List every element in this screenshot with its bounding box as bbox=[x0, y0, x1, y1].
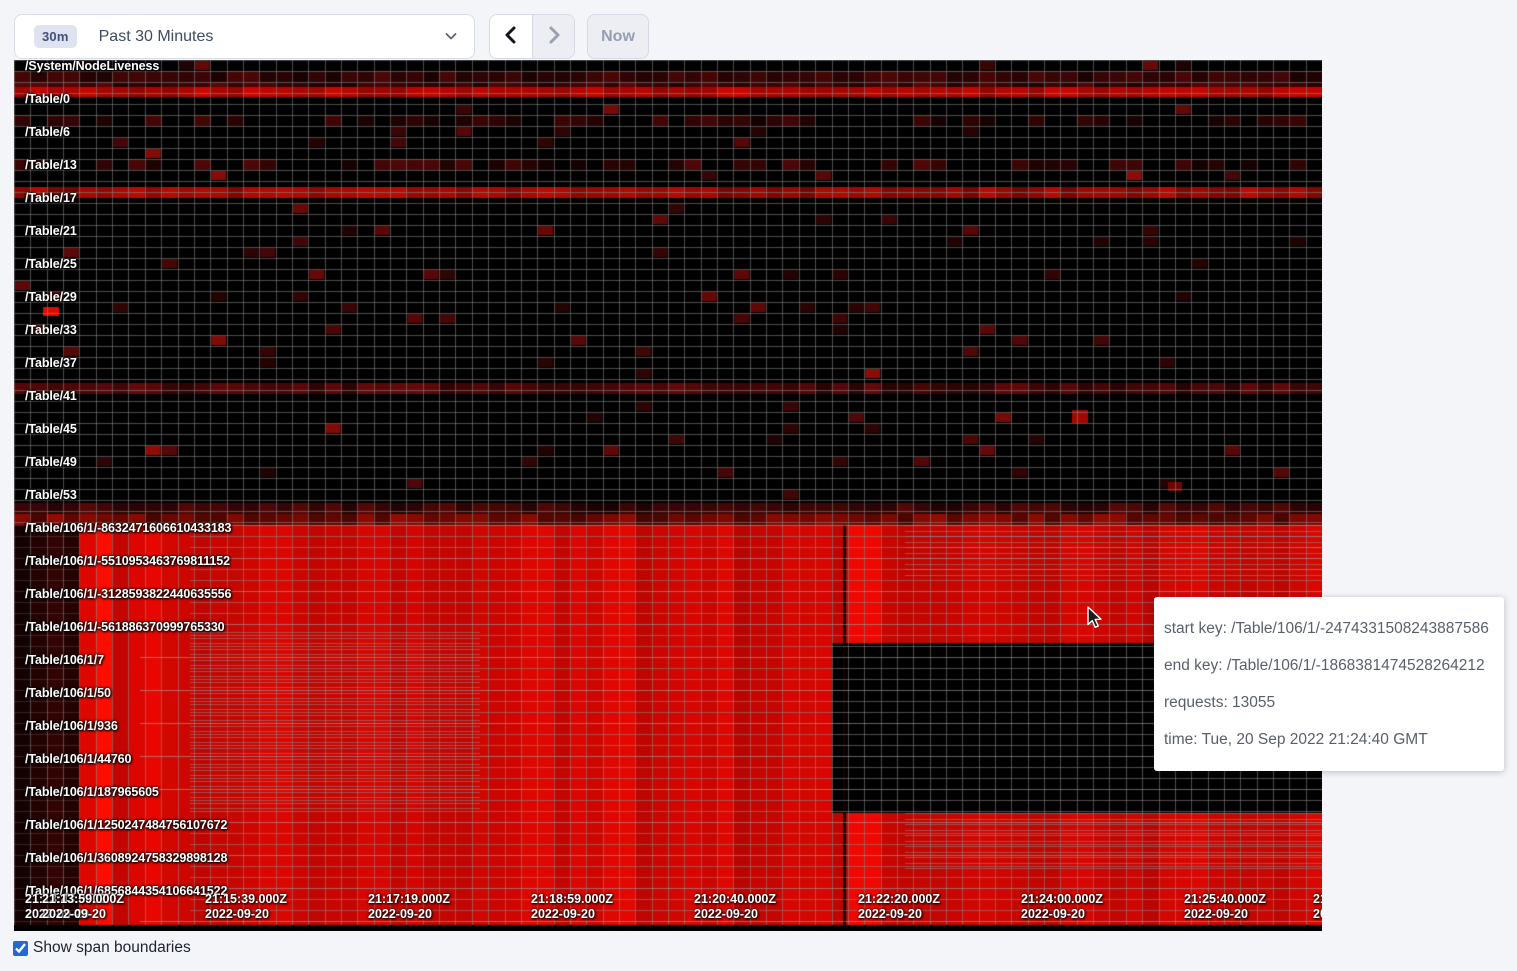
keyviz-page: 30m Past 30 Minutes Now /System/NodeLive… bbox=[0, 0, 1517, 971]
chevron-right-icon bbox=[545, 25, 563, 48]
tooltip-requests: requests: 13055 bbox=[1164, 684, 1494, 721]
chevron-down-icon bbox=[444, 29, 458, 48]
heatmap-canvas[interactable] bbox=[14, 60, 1322, 931]
time-window-label: Past 30 Minutes bbox=[99, 28, 214, 46]
cell-tooltip: start key: /Table/106/1/-247433150824388… bbox=[1154, 597, 1504, 771]
toolbar: 30m Past 30 Minutes Now bbox=[14, 14, 649, 59]
tooltip-time: time: Tue, 20 Sep 2022 21:24:40 GMT bbox=[1164, 721, 1494, 758]
time-window-select[interactable]: 30m Past 30 Minutes bbox=[14, 14, 475, 59]
show-span-boundaries-checkbox[interactable] bbox=[13, 941, 28, 956]
previous-window-button[interactable] bbox=[490, 15, 532, 58]
tooltip-start-key: start key: /Table/106/1/-247433150824388… bbox=[1164, 610, 1494, 647]
show-span-boundaries-label: Show span boundaries bbox=[33, 939, 191, 957]
chevron-left-icon bbox=[502, 25, 520, 48]
time-window-badge: 30m bbox=[34, 25, 77, 48]
time-nav-group bbox=[489, 14, 575, 59]
show-span-boundaries-row[interactable]: Show span boundaries bbox=[13, 939, 191, 957]
tooltip-end-key: end key: /Table/106/1/-18683814745282642… bbox=[1164, 647, 1494, 684]
now-button[interactable]: Now bbox=[587, 14, 649, 59]
keyviz-map: /System/NodeLiveness/Table/0/Table/6/Tab… bbox=[14, 60, 1322, 931]
next-window-button[interactable] bbox=[532, 15, 574, 58]
